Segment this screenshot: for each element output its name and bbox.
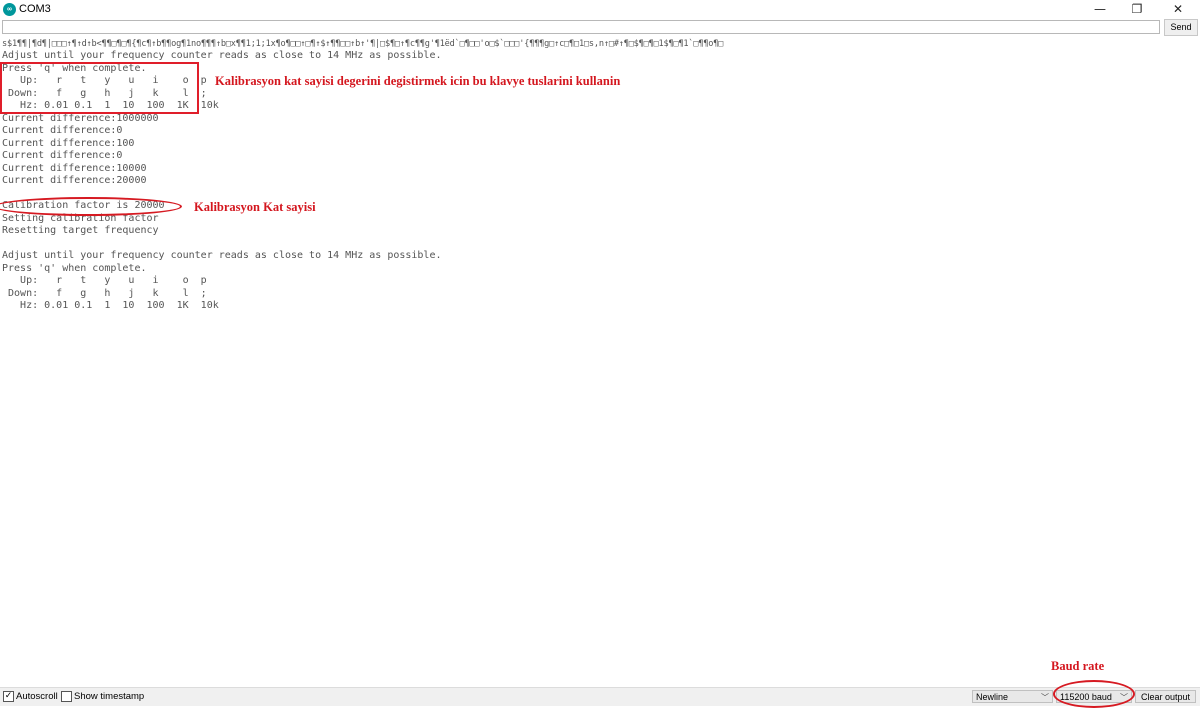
window-title: COM3 xyxy=(19,3,51,15)
restore-icon[interactable]: ❐ xyxy=(1119,0,1155,19)
status-bar: ✓ Autoscroll Show timestamp Newline ﹀ 11… xyxy=(0,687,1200,706)
baud-annotation: Baud rate xyxy=(1051,659,1105,673)
output-line: Resetting target frequency xyxy=(2,225,159,236)
send-button[interactable]: Send xyxy=(1164,19,1198,36)
clear-output-button[interactable]: Clear output xyxy=(1135,690,1196,703)
factor-annotation: Kalibrasyon Kat sayisi xyxy=(194,200,316,214)
output-line: Current difference:0 xyxy=(2,150,123,161)
line-ending-select[interactable]: Newline ﹀ xyxy=(972,690,1053,703)
garbage-line: s$1¶¶|¶d¶|□□□↑¶↑d↑b<¶¶□¶□¶{¶c¶↑b¶¶og¶1no… xyxy=(2,39,724,49)
output-line: Adjust until your frequency counter read… xyxy=(2,50,442,61)
output-line: Current difference:1000000 xyxy=(2,113,159,124)
autoscroll-label: Autoscroll xyxy=(16,691,58,702)
output-line: Current difference:100 xyxy=(2,138,135,149)
keys-highlight-box xyxy=(0,62,199,114)
output-line: Current difference:0 xyxy=(2,125,123,136)
autoscroll-checkbox[interactable]: ✓ xyxy=(3,691,14,702)
timestamp-label: Show timestamp xyxy=(74,691,145,702)
output-line: Current difference:20000 xyxy=(2,175,147,186)
output-line: Hz: 0.01 0.1 1 10 100 1K 10k xyxy=(2,300,219,311)
serial-input-row: Send xyxy=(0,19,1200,36)
line-ending-value: Newline xyxy=(976,692,1009,702)
timestamp-checkbox[interactable] xyxy=(61,691,72,702)
keys-annotation: Kalibrasyon kat sayisi degerini degistir… xyxy=(215,74,621,88)
baud-highlight-oval xyxy=(1053,680,1135,708)
close-icon[interactable]: ✕ xyxy=(1160,0,1196,19)
output-line: Press 'q' when complete. xyxy=(2,263,147,274)
output-line: Down: f g h j k l ; xyxy=(2,288,207,299)
chevron-down-icon: ﹀ xyxy=(1041,693,1049,702)
serial-output[interactable]: s$1¶¶|¶d¶|□□□↑¶↑d↑b<¶¶□¶□¶{¶c¶↑b¶¶og¶1no… xyxy=(0,36,1200,686)
output-line: Current difference:10000 xyxy=(2,163,147,174)
title-bar: ∞ COM3 — ❐ ✕ xyxy=(0,0,1200,19)
output-line: Adjust until your frequency counter read… xyxy=(2,250,442,261)
serial-input[interactable] xyxy=(2,20,1160,34)
output-line: Up: r t y u i o p xyxy=(2,275,207,286)
factor-highlight-oval xyxy=(0,197,182,216)
arduino-logo-icon: ∞ xyxy=(3,3,16,16)
minimize-icon[interactable]: — xyxy=(1082,0,1118,19)
